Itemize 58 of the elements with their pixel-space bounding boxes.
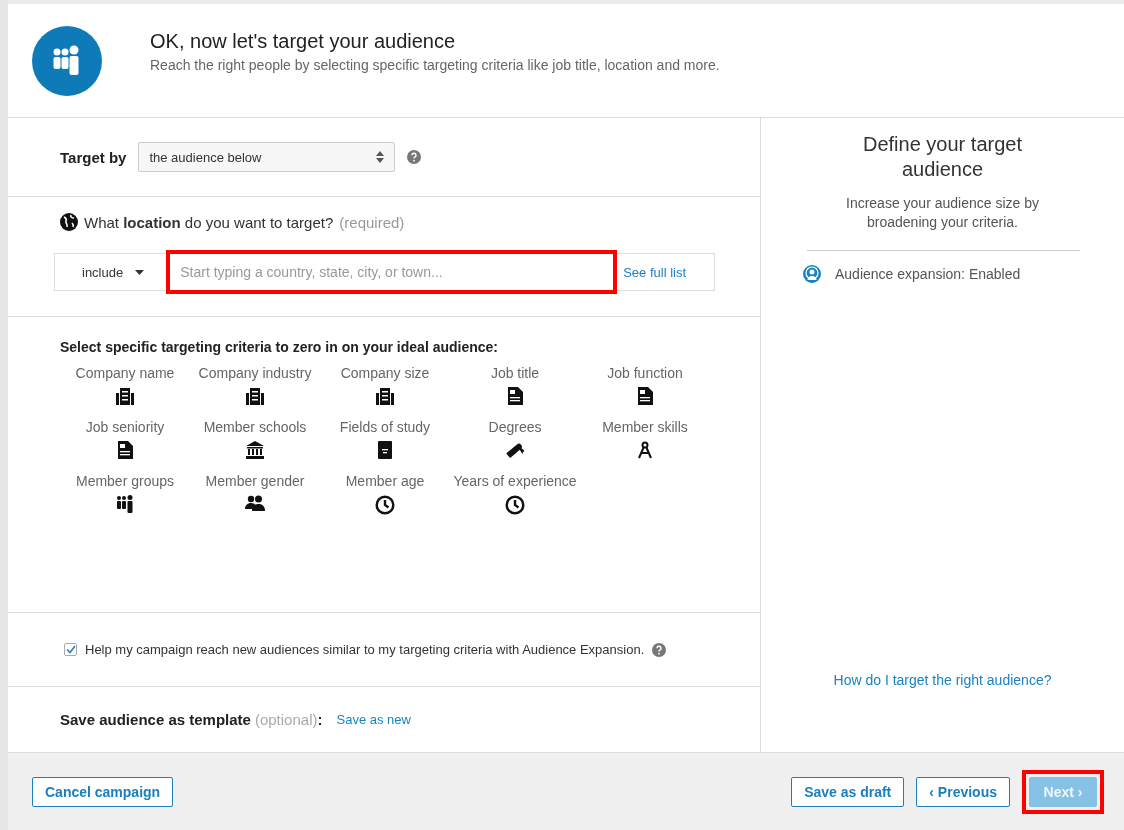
side-title: Define your target audience <box>862 132 1023 182</box>
target-by-dropdown[interactable]: the audience below <box>138 142 396 172</box>
action-button[interactable]: ‹ Previous <box>916 776 1010 807</box>
criteria-option[interactable]: Years of experience <box>450 473 580 515</box>
audience-icon <box>32 26 102 96</box>
building-icon <box>116 387 134 405</box>
criteria-option[interactable]: Company name <box>60 365 190 405</box>
page-title: OK, now let's target your audience <box>150 30 457 53</box>
location-question: What location do you want to target? <box>84 213 334 231</box>
diploma-icon <box>506 441 524 459</box>
target-by-label: Target by <box>60 148 127 166</box>
help-link[interactable]: How do I target the right audience? <box>833 672 1052 688</box>
required-note: (required) <box>339 213 405 231</box>
criteria-option[interactable]: Degrees <box>450 419 580 459</box>
caret-icon <box>135 269 145 275</box>
help-icon[interactable] <box>407 150 422 164</box>
colon: : <box>317 710 323 728</box>
criteria-option[interactable]: Job title <box>450 365 580 405</box>
audience-expansion-icon <box>803 265 821 283</box>
criteria-option[interactable]: Member gender <box>190 473 320 515</box>
clock-icon <box>505 495 525 515</box>
save-as-new-link[interactable]: Save as new <box>336 711 411 727</box>
criteria-option[interactable]: Member skills <box>580 419 710 459</box>
criteria-option[interactable]: Job function <box>580 365 710 405</box>
criteria-option[interactable]: Member age <box>320 473 450 515</box>
compass-icon <box>637 441 653 459</box>
side-text: Increase your audience size by broadening your criteria. <box>845 194 1040 232</box>
building-icon <box>246 387 264 405</box>
expansion-label: Help my campaign reach new audiences similar to my targeting criteria with Audience Expansion. <box>85 642 645 657</box>
see-full-list-link[interactable]: See full list <box>623 264 687 280</box>
action-button[interactable]: Save as draft <box>791 776 905 807</box>
check-icon <box>65 645 76 654</box>
template-label: Save audience as template <box>60 710 251 728</box>
criteria-heading: Select specific targeting criteria to zero in on your ideal audience: <box>60 339 499 355</box>
document-icon <box>507 387 523 405</box>
checkbox[interactable] <box>64 643 77 656</box>
document-icon <box>637 387 653 405</box>
group-icon <box>116 495 134 513</box>
document-icon <box>117 441 133 459</box>
help-icon[interactable] <box>652 642 667 657</box>
clock-icon <box>375 495 395 515</box>
bank-icon <box>246 441 264 459</box>
building-icon <box>376 387 394 405</box>
criteria-option[interactable]: Member schools <box>190 419 320 459</box>
criteria-option[interactable]: Member groups <box>60 473 190 515</box>
criteria-option[interactable]: Job seniority <box>60 419 190 459</box>
globe-icon <box>60 213 78 231</box>
book-icon <box>378 441 392 459</box>
page-subtitle: Reach the right people by selecting specific targeting criteria like job title, location and more. <box>150 57 720 73</box>
criteria-option[interactable]: Company size <box>320 365 450 405</box>
criteria-option[interactable]: Fields of study <box>320 419 450 459</box>
people-icon <box>245 495 265 511</box>
optional-note: (optional) <box>254 710 318 728</box>
stepper-icon <box>376 150 385 164</box>
cancel-button[interactable]: Cancel campaign <box>32 776 174 807</box>
expansion-status: Audience expansion: Enabled <box>835 266 1021 282</box>
location-field[interactable]: Start typing a country, state, city, or town... <box>166 250 618 294</box>
criteria-option[interactable]: Company industry <box>190 365 320 405</box>
